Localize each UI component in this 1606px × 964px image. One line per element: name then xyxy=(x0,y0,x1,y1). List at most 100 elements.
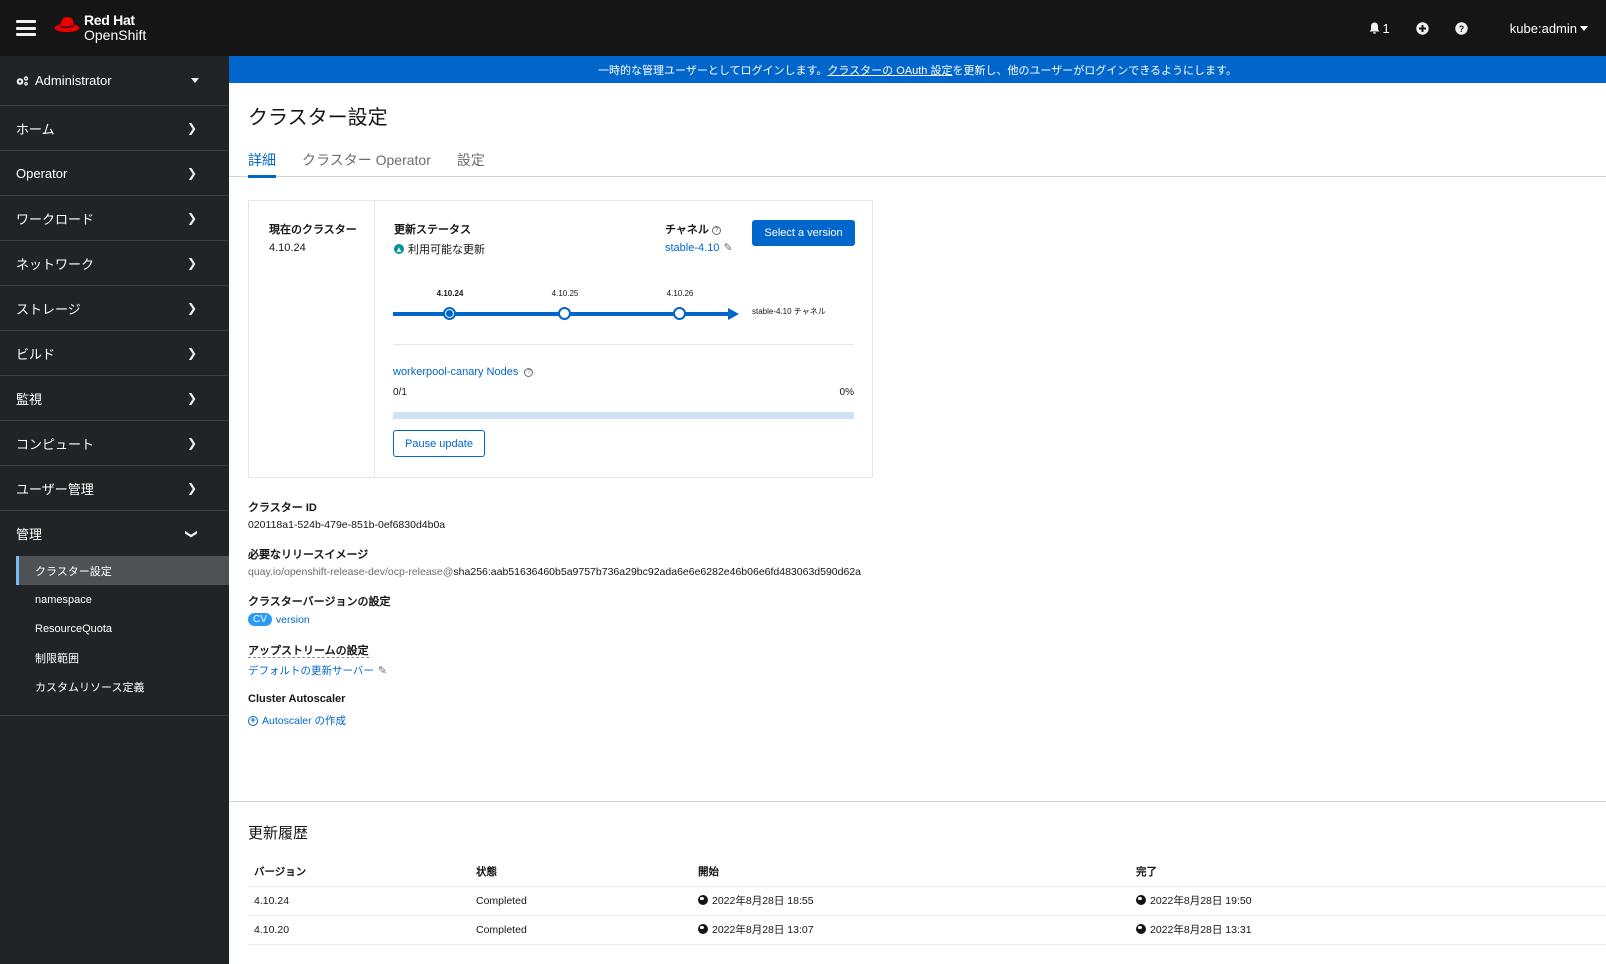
pencil-icon[interactable]: ✎ xyxy=(723,241,732,254)
sidebar-item-networking[interactable]: ネットワーク ❯ xyxy=(0,241,229,286)
chevron-right-icon: ❯ xyxy=(186,346,197,360)
completed-cell: 2022年8月28日 13:31 xyxy=(1130,915,1606,945)
chevron-right-icon: ❯ xyxy=(186,166,197,180)
sidebar-item-compute[interactable]: コンピュート ❯ xyxy=(0,421,229,466)
brand-logo[interactable]: Red Hat OpenShift xyxy=(54,13,146,43)
column-header-version[interactable]: バージョン xyxy=(248,857,470,887)
tab-cluster-operators[interactable]: クラスター Operator xyxy=(302,150,431,177)
sidebar-item-label: ネットワーク xyxy=(16,256,95,272)
hamburger-icon[interactable] xyxy=(16,20,36,36)
sidebar-item-home[interactable]: ホーム ❯ xyxy=(0,106,229,151)
timeline-node-current[interactable] xyxy=(443,307,456,320)
sidebar-subitem-cluster-settings[interactable]: クラスター設定 xyxy=(16,556,229,585)
cv-settings-label: クラスターバージョンの設定 xyxy=(248,596,391,608)
import-button[interactable] xyxy=(1416,21,1429,35)
table-row: 4.10.24 Completed 2022年8月28日 18:55 2022年… xyxy=(248,886,1606,916)
started-cell: 2022年8月28日 13:07 xyxy=(692,915,1130,945)
globe-icon xyxy=(1136,924,1146,934)
sidebar-item-workloads[interactable]: ワークロード ❯ xyxy=(0,196,229,241)
sidebar-item-storage[interactable]: ストレージ ❯ xyxy=(0,286,229,331)
caret-down-icon xyxy=(191,78,199,83)
perspective-label: Administrator xyxy=(35,73,112,88)
started-cell: 2022年8月28日 18:55 xyxy=(692,886,1130,916)
chevron-right-icon: ❯ xyxy=(186,256,197,270)
sidebar-item-administration[interactable]: 管理 ❯ xyxy=(0,511,229,556)
banner-text: 一時的な管理ユーザーとしてログインします。 xyxy=(598,64,828,77)
help-icon: ? xyxy=(1455,21,1468,35)
column-header-started[interactable]: 開始 xyxy=(692,857,1130,887)
notification-count: 1 xyxy=(1382,20,1390,36)
timeline-arrow xyxy=(728,308,739,320)
oauth-settings-link[interactable]: クラスターの OAuth 設定 xyxy=(827,62,952,78)
sidebar-item-builds[interactable]: ビルド ❯ xyxy=(0,331,229,376)
sidebar-item-label: ユーザー管理 xyxy=(16,481,94,497)
tab-configuration[interactable]: 設定 xyxy=(457,150,485,177)
plus-circle-icon: + xyxy=(248,715,258,726)
select-version-button[interactable]: Select a version xyxy=(752,220,855,246)
brand-name: Red Hat xyxy=(84,12,135,28)
current-cluster-label: 現在のクラスター xyxy=(269,224,357,236)
masthead: Red Hat OpenShift 1 ? kube:admin xyxy=(0,0,1606,56)
pool-progress-bar xyxy=(393,412,854,419)
product-name: OpenShift xyxy=(84,27,147,43)
timestamp: 2022年8月28日 13:07 xyxy=(712,924,814,936)
caret-down-icon xyxy=(1580,25,1588,31)
version-cell: 4.10.20 xyxy=(248,915,470,945)
help-icon[interactable]: ? xyxy=(524,367,534,377)
sidebar-subitem-namespaces[interactable]: namespace xyxy=(16,585,229,614)
timestamp: 2022年8月28日 19:50 xyxy=(1150,895,1252,907)
globe-icon xyxy=(698,895,708,905)
cluster-details: クラスター ID 020118a1-524b-479e-851b-0ef6830… xyxy=(248,499,861,743)
sidebar-item-observe[interactable]: 監視 ❯ xyxy=(0,376,229,421)
sidebar: Administrator ホーム ❯ Operator ❯ ワークロード ❯ ネット… xyxy=(0,56,229,964)
globe-icon xyxy=(1136,895,1146,905)
pencil-icon[interactable]: ✎ xyxy=(378,664,387,677)
state-cell: Completed xyxy=(470,915,692,945)
sidebar-item-label: ワークロード xyxy=(16,211,95,227)
timeline-node[interactable] xyxy=(673,307,686,320)
perspective-switcher[interactable]: Administrator xyxy=(0,56,229,106)
chevron-right-icon: ❯ xyxy=(186,391,197,405)
chevron-right-icon: ❯ xyxy=(186,436,197,450)
cogs-icon xyxy=(16,75,29,85)
channel-label: チャネル xyxy=(665,224,709,236)
update-status: 利用可能な更新 xyxy=(408,244,485,256)
column-header-completed[interactable]: 完了 xyxy=(1130,857,1606,887)
create-autoscaler-link[interactable]: Autoscaler の作成 xyxy=(262,713,346,728)
sidebar-item-operator[interactable]: Operator ❯ xyxy=(0,151,229,196)
channel-link[interactable]: stable-4.10 xyxy=(665,242,719,254)
update-timeline: 4.10.24 4.10.25 4.10.26 stable-4.10 チャネル xyxy=(393,286,833,326)
sidebar-subitem-limit-ranges[interactable]: 制限範囲 xyxy=(16,643,229,672)
pool-count: 0/1 xyxy=(393,387,407,398)
worker-pool-link[interactable]: workerpool-canary Nodes xyxy=(393,366,518,378)
cv-badge: CV xyxy=(248,613,272,626)
version-cell: 4.10.24 xyxy=(248,886,470,916)
notifications-button[interactable]: 1 xyxy=(1369,21,1390,36)
plus-circle-icon xyxy=(1416,21,1429,35)
release-image-label: 必要なリリースイメージ xyxy=(248,549,369,561)
upstream-settings-label[interactable]: アップストリームの設定 xyxy=(248,642,369,658)
cluster-id: 020118a1-524b-479e-851b-0ef6830d4b0a xyxy=(248,519,446,531)
pause-update-button[interactable]: Pause update xyxy=(393,430,485,457)
timeline-channel-label: stable-4.10 チャネル xyxy=(752,307,826,316)
upstream-server-link[interactable]: デフォルトの更新サーバー xyxy=(248,663,374,678)
sidebar-item-label: 監視 xyxy=(16,391,43,407)
table-row: 4.10.20 Completed 2022年8月28日 13:07 2022年… xyxy=(248,915,1606,945)
user-menu[interactable]: kube:admin xyxy=(1510,21,1588,36)
sidebar-item-user-management[interactable]: ユーザー管理 ❯ xyxy=(0,466,229,511)
cluster-version-link[interactable]: version xyxy=(276,614,310,626)
help-icon[interactable]: ? xyxy=(711,225,721,235)
column-header-state[interactable]: 状態 xyxy=(470,857,692,887)
tab-details[interactable]: 詳細 xyxy=(248,150,276,178)
chevron-right-icon: ❯ xyxy=(186,481,197,495)
chevron-right-icon: ❯ xyxy=(186,211,197,225)
sidebar-subitem-crds[interactable]: カスタムリソース定義 xyxy=(16,672,229,701)
cluster-id-label: クラスター ID xyxy=(248,502,317,514)
sidebar-item-label: ビルド xyxy=(16,346,56,362)
timeline-node[interactable] xyxy=(558,307,571,320)
sidebar-item-label: コンピュート xyxy=(16,436,95,452)
help-button[interactable]: ? xyxy=(1455,21,1468,35)
sidebar-item-label: 管理 xyxy=(16,527,43,542)
sidebar-subitem-resource-quotas[interactable]: ResourceQuota xyxy=(16,614,229,643)
update-status-label: 更新ステータス xyxy=(394,224,471,236)
